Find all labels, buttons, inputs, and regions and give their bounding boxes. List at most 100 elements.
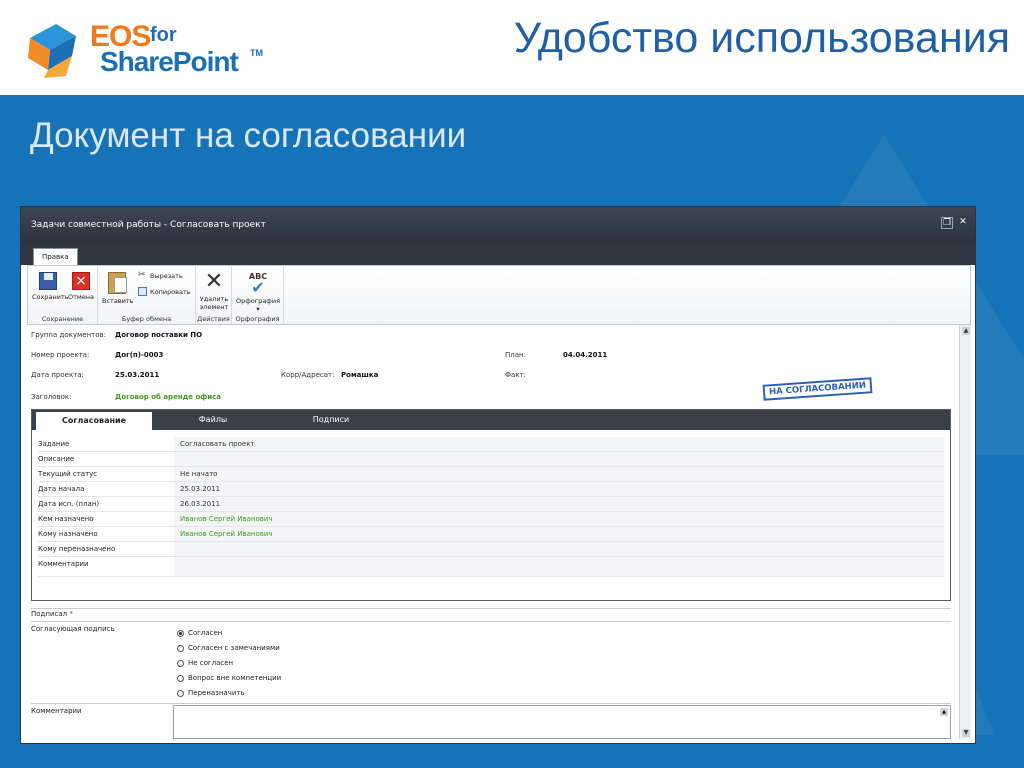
tab-strip: Согласование Файлы Подписи (32, 410, 950, 430)
project-number-value: Дог(п)-0003 (115, 351, 164, 359)
radio-label: Не согласен (188, 659, 234, 667)
dialog-titlebar: Задачи совместной работы - Согласовать п… (21, 207, 975, 243)
window-controls: ❐ ✕ (941, 217, 969, 229)
field-value[interactable]: Иванов Сергей Иванович (174, 512, 944, 526)
copy-icon (138, 287, 147, 296)
cancel-button[interactable]: × Отмена (66, 272, 96, 301)
comments-textarea[interactable]: ▲ (173, 705, 951, 739)
scroll-down-icon[interactable]: ▼ (962, 729, 970, 737)
correspondent-label: Корр/Адресат: (281, 371, 335, 379)
copy-label: Копировать (150, 287, 191, 296)
radio-out-of-competence[interactable]: Вопрос вне компетенции (177, 674, 281, 682)
field-label: Текущий статус (38, 470, 98, 478)
field-row-status: Текущий статус Не начато (38, 467, 944, 482)
logo-sharepoint-text: SharePoint (100, 46, 239, 77)
paste-icon (108, 272, 127, 294)
approval-signature-label: Согласующая подпись (31, 625, 115, 633)
close-icon[interactable]: ✕ (957, 217, 969, 229)
radio-agree[interactable]: Согласен (177, 629, 222, 637)
logo-arrow-icon (28, 24, 76, 78)
field-value[interactable]: Иванов Сергей Иванович (174, 527, 944, 541)
dropdown-arrow-icon: ▾ (256, 305, 260, 313)
slide-subtitle: Документ на согласовании (30, 116, 467, 155)
plan-label: План: (505, 351, 526, 359)
field-label: Описание (38, 455, 75, 463)
group-label-save: Сохранение (41, 315, 84, 323)
signed-by-label: Подписал * (31, 610, 73, 618)
dialog-window: Задачи совместной работы - Согласовать п… (20, 206, 976, 744)
radio-label: Вопрос вне компетенции (188, 674, 282, 682)
radio-reassign[interactable]: Переназначить (177, 689, 245, 697)
delete-item-button[interactable]: ✕ Удалить элемент (198, 269, 230, 312)
radio-label: Согласен с замечаниями (188, 644, 280, 652)
signed-by-text: Подписал (31, 610, 68, 618)
logo-for-text: for (150, 24, 177, 46)
radio-label: Переназначить (188, 689, 245, 697)
restore-icon[interactable]: ❐ (941, 217, 953, 229)
checkmark-icon: ✔ (251, 278, 265, 297)
tab-signatures[interactable]: Подписи (286, 410, 376, 430)
project-number-label: Номер проекта: (31, 351, 90, 359)
divider (31, 608, 951, 609)
eos-sharepoint-logo: EOS for SharePoint TM (22, 18, 263, 82)
save-icon (39, 272, 57, 290)
delete-item-label: Удалить элемент (199, 295, 229, 311)
tab-files[interactable]: Файлы (168, 410, 258, 430)
correspondent-value: Ромашка (341, 371, 379, 379)
form-content: Группа документов: Договор поставки ПО Н… (27, 325, 959, 739)
radio-button-icon[interactable] (177, 629, 184, 637)
radio-agree-with-remarks[interactable]: Согласен с замечаниями (177, 644, 280, 652)
group-label-actions: Действия (197, 315, 230, 323)
radio-label: Согласен (188, 629, 223, 637)
radio-button-icon[interactable] (177, 644, 184, 652)
delete-x-icon: ✕ (204, 269, 224, 294)
radio-button-icon[interactable] (177, 659, 184, 667)
slide-header: EOS for SharePoint TM Удобство использов… (0, 0, 1024, 95)
copy-button[interactable]: Копировать (138, 287, 191, 296)
cancel-label: Отмена (67, 293, 95, 301)
field-value (174, 452, 944, 466)
tab-edit[interactable]: Правка (33, 248, 78, 265)
scroll-up-icon[interactable]: ▲ (962, 327, 970, 335)
paste-label: Вставить (102, 297, 134, 305)
header-label: Заголовок: (31, 393, 72, 401)
field-value: 25.03.2011 (174, 482, 944, 496)
field-label: Дата начала (38, 485, 85, 493)
radio-button-icon[interactable] (177, 689, 184, 697)
project-date-label: Дата проекта: (31, 371, 84, 379)
field-row-reassigned-to: Кому переназначено (38, 542, 944, 557)
field-label: Кому назначено (38, 530, 98, 538)
field-row-assigned-to: Кому назначено Иванов Сергей Иванович (38, 527, 944, 542)
doc-group-label: Группа документов: (31, 331, 107, 339)
tab-approval[interactable]: Согласование (36, 412, 152, 430)
group-label-spelling: Орфография (235, 315, 280, 323)
save-button[interactable]: Сохранить (32, 272, 69, 301)
scissors-icon: ✂ (138, 270, 146, 280)
form-scrollbar[interactable]: ▲ ▼ (959, 325, 971, 739)
field-row-comments: Комментарии (38, 557, 944, 577)
radio-disagree[interactable]: Не согласен (177, 659, 233, 667)
field-row-due-date: Дата исп. (план) 26.03.2011 (38, 497, 944, 512)
paste-button[interactable]: Вставить (102, 272, 134, 305)
fact-label: Факт: (505, 371, 526, 379)
field-row-assigned-by: Кем назначено Иванов Сергей Иванович (38, 512, 944, 527)
scroll-up-icon[interactable]: ▲ (940, 708, 948, 716)
field-label: Кем назначено (38, 515, 94, 523)
ribbon: Сохранить × Отмена Сохранение Вставить ✂… (27, 265, 971, 325)
spelling-button[interactable]: ABC ✔ Орфография ▾ (236, 272, 280, 313)
group-label-clipboard: Буфер обмена (121, 315, 172, 323)
divider (31, 621, 951, 622)
project-date-value: 25.03.2011 (115, 371, 160, 379)
divider (31, 703, 951, 704)
slide-title: Удобство использования (513, 14, 1010, 62)
cut-button[interactable]: ✂ Вырезать (138, 271, 183, 280)
radio-button-icon[interactable] (177, 674, 184, 682)
ribbon-tabbar: Правка (21, 243, 975, 265)
field-label: Кому переназначено (38, 545, 116, 553)
field-value (174, 542, 944, 556)
field-row-task: Задание Согласовать проект (38, 437, 944, 452)
field-value (174, 557, 944, 576)
status-stamp: НА СОГЛАСОВАНИИ (762, 377, 873, 401)
ribbon-group-spelling: ABC ✔ Орфография ▾ Орфография (232, 266, 284, 324)
field-row-start-date: Дата начала 25.03.2011 (38, 482, 944, 497)
